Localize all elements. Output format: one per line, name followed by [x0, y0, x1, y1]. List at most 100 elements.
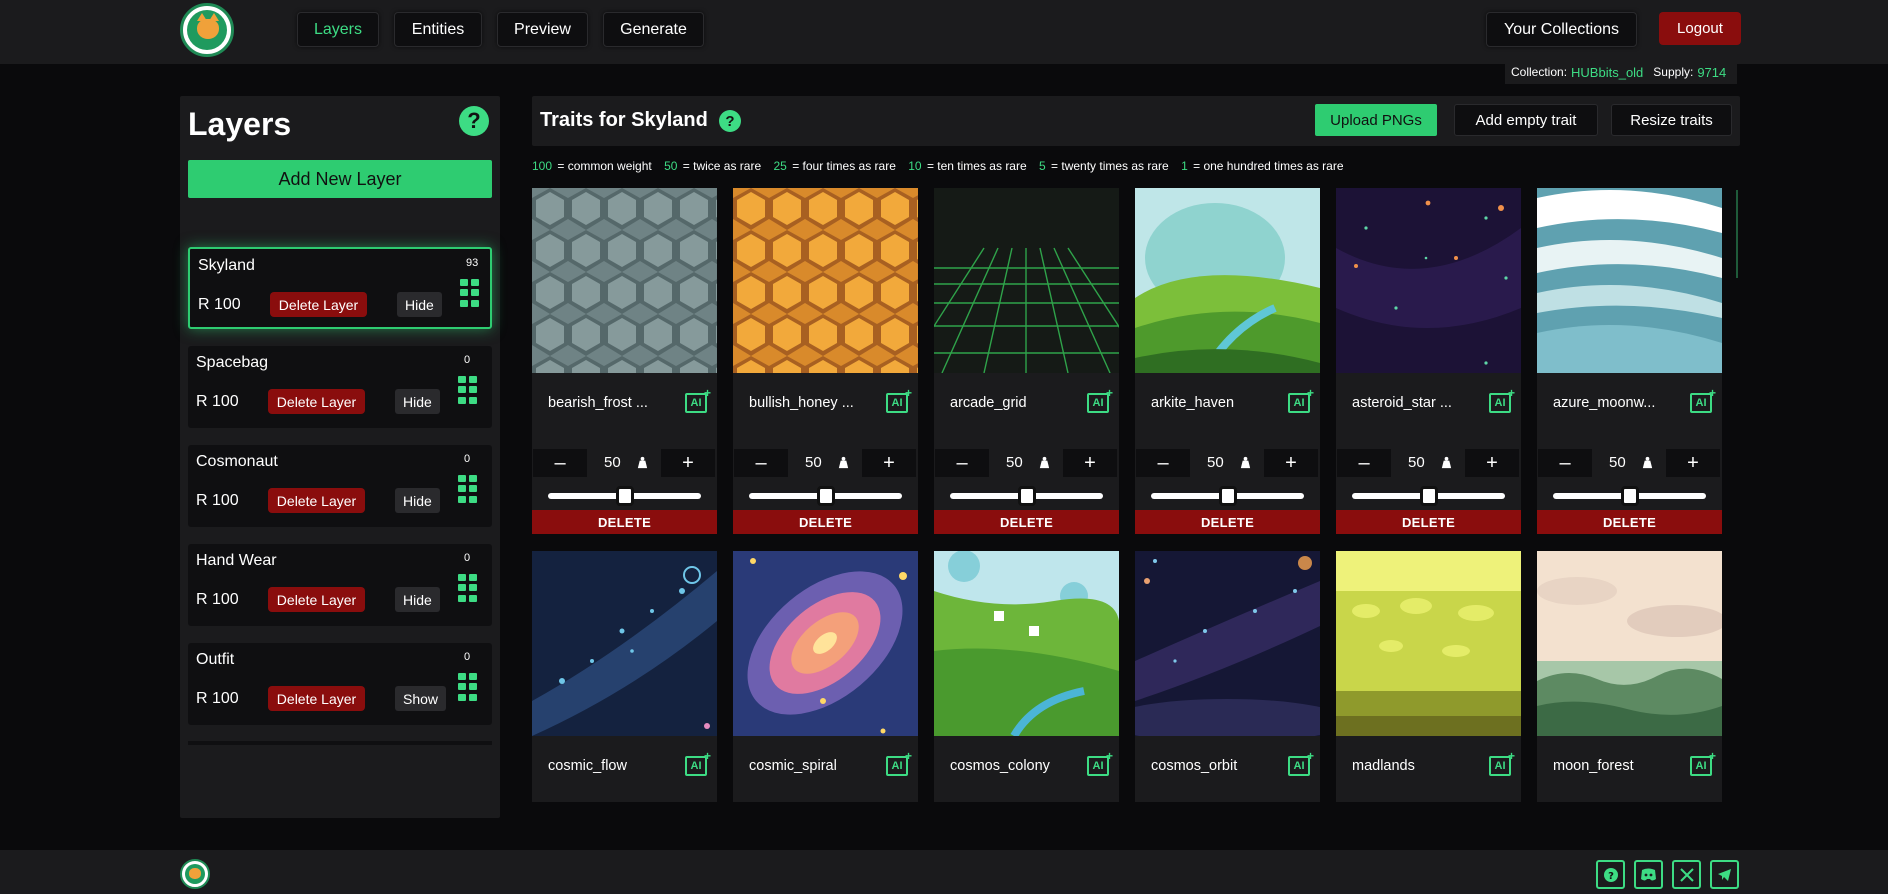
layer-card-cosmonaut[interactable]: Cosmonaut R 100 Delete Layer Hide 0 — [188, 445, 492, 527]
decrease-weight-button[interactable]: – — [532, 448, 588, 478]
ai-generate-icon[interactable]: AI — [1489, 386, 1515, 413]
legend-value: 1 — [1181, 159, 1188, 173]
layer-card-skyland[interactable]: Skyland R 100 Delete Layer Hide 93 — [188, 247, 492, 329]
layer-name: Spacebag — [196, 354, 269, 371]
ai-generate-icon[interactable]: AI — [886, 386, 912, 413]
decrease-weight-button[interactable]: – — [1336, 448, 1392, 478]
matcha-club-logo[interactable] — [180, 859, 210, 889]
weight-slider[interactable] — [749, 486, 902, 506]
drag-handle-icon[interactable] — [458, 673, 478, 701]
tab-generate[interactable]: Generate — [603, 12, 704, 47]
drag-handle-icon[interactable] — [458, 376, 478, 404]
layer-card-outfit[interactable]: Outfit R 100 Delete Layer Show 0 — [188, 643, 492, 725]
increase-weight-button[interactable]: + — [1665, 448, 1721, 478]
trait-card: madlands AI — [1336, 551, 1521, 802]
layer-name: Outfit — [196, 651, 235, 668]
trait-card: cosmic_flow AI — [532, 551, 717, 802]
layer-card-hand-wear[interactable]: Hand Wear R 100 Delete Layer Hide 0 — [188, 544, 492, 626]
hide-layer-button[interactable]: Hide — [397, 292, 442, 317]
scrollbar[interactable] — [1736, 190, 1738, 278]
delete-trait-button[interactable]: DELETE — [733, 510, 918, 534]
trait-image[interactable] — [733, 188, 918, 373]
ai-generate-icon[interactable]: AI — [1288, 386, 1314, 413]
weight-slider[interactable] — [548, 486, 701, 506]
your-collections-button[interactable]: Your Collections — [1486, 12, 1637, 47]
increase-weight-button[interactable]: + — [1263, 448, 1319, 478]
delete-layer-button[interactable]: Delete Layer — [268, 686, 365, 711]
delete-layer-button[interactable]: Delete Layer — [268, 587, 365, 612]
tab-entities[interactable]: Entities — [394, 12, 482, 47]
hide-layer-button[interactable]: Hide — [395, 587, 440, 612]
resize-traits-button[interactable]: Resize traits — [1611, 104, 1732, 136]
trait-image[interactable] — [1537, 188, 1722, 373]
hide-layer-button[interactable]: Hide — [395, 389, 440, 414]
hide-layer-button[interactable]: Hide — [395, 488, 440, 513]
ai-generate-icon[interactable]: AI — [1690, 749, 1716, 776]
decrease-weight-button[interactable]: – — [1135, 448, 1191, 478]
decrease-weight-button[interactable]: – — [934, 448, 990, 478]
weight-slider[interactable] — [1151, 486, 1304, 506]
tab-layers[interactable]: Layers — [297, 12, 379, 47]
delete-trait-button[interactable]: DELETE — [1537, 510, 1722, 534]
help-icon[interactable]: ? — [1596, 860, 1625, 889]
delete-layer-button[interactable]: Delete Layer — [268, 389, 365, 414]
logout-button[interactable]: Logout — [1659, 12, 1741, 45]
trait-image[interactable] — [532, 551, 717, 736]
matcha-club-logo[interactable] — [180, 3, 234, 57]
ai-generate-icon[interactable]: AI — [1087, 386, 1113, 413]
delete-trait-button[interactable]: DELETE — [934, 510, 1119, 534]
delete-trait-button[interactable]: DELETE — [1336, 510, 1521, 534]
delete-layer-button[interactable]: Delete Layer — [268, 488, 365, 513]
trait-image[interactable] — [934, 188, 1119, 373]
increase-weight-button[interactable]: + — [660, 448, 716, 478]
upload-pngs-button[interactable]: Upload PNGs — [1315, 104, 1437, 136]
trait-card: cosmos_colony AI — [934, 551, 1119, 802]
x-icon[interactable] — [1672, 860, 1701, 889]
trait-image[interactable] — [1336, 188, 1521, 373]
weight-slider[interactable] — [1352, 486, 1505, 506]
ai-generate-icon[interactable]: AI — [685, 386, 711, 413]
trait-name: cosmos_colony — [950, 758, 1050, 774]
telegram-icon[interactable] — [1710, 860, 1739, 889]
trait-image[interactable] — [1537, 551, 1722, 736]
weight-slider[interactable] — [950, 486, 1103, 506]
decrease-weight-button[interactable]: – — [1537, 448, 1593, 478]
ai-generate-icon[interactable]: AI — [1690, 386, 1716, 413]
trait-image[interactable] — [1135, 188, 1320, 373]
help-icon[interactable]: ? — [459, 106, 489, 136]
increase-weight-button[interactable]: + — [861, 448, 917, 478]
trait-image[interactable] — [934, 551, 1119, 736]
layer-rarity: R 100 — [196, 591, 239, 608]
help-icon[interactable]: ? — [719, 110, 741, 132]
trait-name: cosmos_orbit — [1151, 758, 1238, 774]
tab-preview[interactable]: Preview — [497, 12, 588, 47]
ai-generate-icon[interactable]: AI — [685, 749, 711, 776]
ai-generate-icon[interactable]: AI — [1489, 749, 1515, 776]
trait-image[interactable] — [1336, 551, 1521, 736]
delete-trait-button[interactable]: DELETE — [532, 510, 717, 534]
trait-image[interactable] — [1135, 551, 1320, 736]
weight-value: 50 — [1006, 454, 1023, 471]
discord-icon[interactable] — [1634, 860, 1663, 889]
decrease-weight-button[interactable]: – — [733, 448, 789, 478]
drag-handle-icon[interactable] — [458, 475, 478, 503]
trait-image[interactable] — [733, 551, 918, 736]
weight-control: – 50 + — [733, 448, 918, 480]
delete-layer-button[interactable]: Delete Layer — [270, 292, 367, 317]
show-layer-button[interactable]: Show — [395, 686, 447, 711]
ai-generate-icon[interactable]: AI — [1288, 749, 1314, 776]
add-new-layer-button[interactable]: Add New Layer — [188, 160, 492, 198]
increase-weight-button[interactable]: + — [1062, 448, 1118, 478]
delete-trait-button[interactable]: DELETE — [1135, 510, 1320, 534]
weight-slider[interactable] — [1553, 486, 1706, 506]
layer-card-spacebag[interactable]: Spacebag R 100 Delete Layer Hide 0 — [188, 346, 492, 428]
ai-generate-icon[interactable]: AI — [886, 749, 912, 776]
drag-handle-icon[interactable] — [458, 574, 478, 602]
traits-header: Traits for Skyland ? Upload PNGs Add emp… — [532, 96, 1740, 146]
trait-card: cosmic_spiral AI — [733, 551, 918, 802]
trait-image[interactable] — [532, 188, 717, 373]
ai-generate-icon[interactable]: AI — [1087, 749, 1113, 776]
drag-handle-icon[interactable] — [460, 279, 480, 307]
increase-weight-button[interactable]: + — [1464, 448, 1520, 478]
add-empty-trait-button[interactable]: Add empty trait — [1454, 104, 1598, 136]
